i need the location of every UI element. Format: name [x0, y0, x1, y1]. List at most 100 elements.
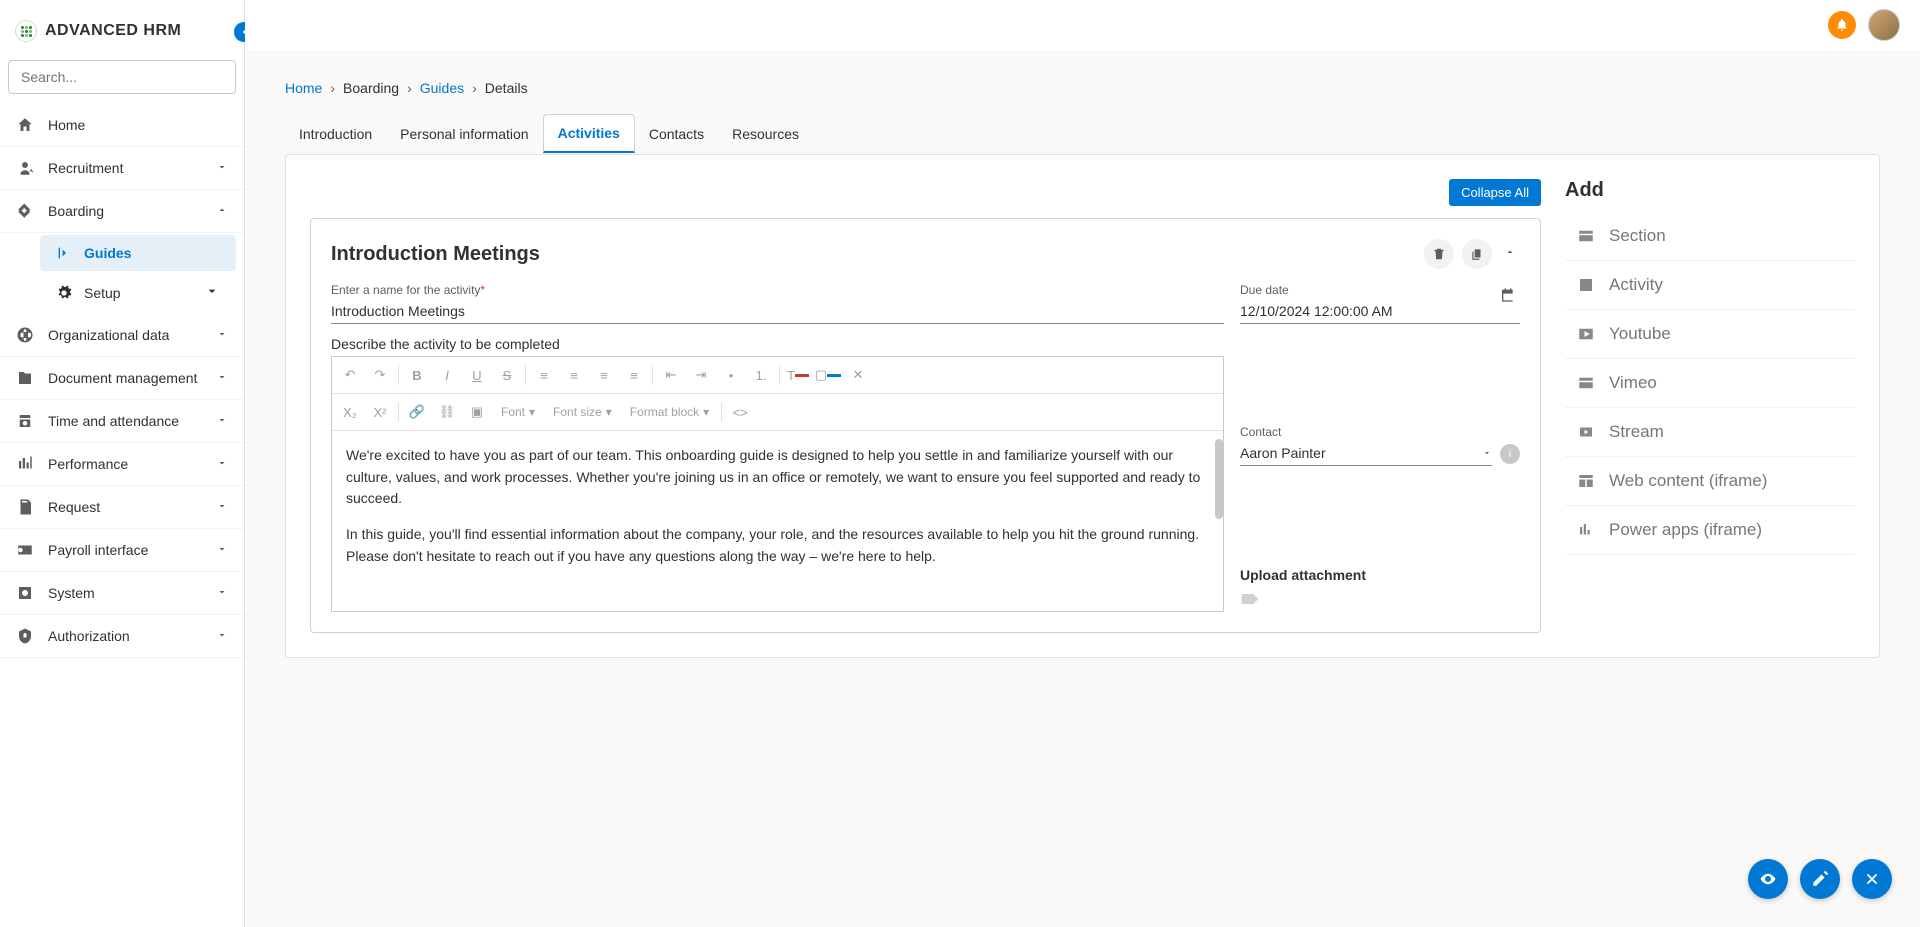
logo-row: ADVANCED HRM — [0, 0, 244, 54]
add-vimeo-button[interactable]: Vimeo — [1565, 359, 1855, 408]
nav: Home Recruitment Boarding Guides Setu — [0, 104, 244, 927]
redo-button[interactable]: ↷ — [366, 361, 394, 389]
add-section-button[interactable]: Section — [1565, 212, 1855, 261]
section-icon — [1577, 227, 1595, 245]
sidebar-item-home[interactable]: Home — [0, 104, 244, 147]
superscript-button[interactable]: X² — [366, 398, 394, 426]
editor-body[interactable]: We're excited to have you as part of our… — [332, 431, 1223, 611]
search-input[interactable] — [8, 60, 236, 94]
tab-introduction[interactable]: Introduction — [285, 114, 386, 153]
add-stream-button[interactable]: Stream — [1565, 408, 1855, 457]
logo-icon — [15, 20, 37, 42]
sidebar-item-system[interactable]: System — [0, 572, 244, 615]
info-icon[interactable]: i — [1500, 444, 1520, 464]
tag-icon — [1240, 591, 1260, 607]
align-justify-button[interactable]: ≡ — [620, 361, 648, 389]
add-youtube-button[interactable]: Youtube — [1565, 310, 1855, 359]
format-dropdown[interactable]: Format block ▾ — [622, 401, 717, 423]
indent-button[interactable]: ⇥ — [687, 361, 715, 389]
strike-button[interactable]: S — [493, 361, 521, 389]
nav-label: Home — [48, 117, 85, 133]
breadcrumb-boarding[interactable]: Boarding — [343, 80, 399, 96]
card-collapse-toggle[interactable] — [1500, 241, 1520, 267]
breadcrumb-sep-icon: › — [472, 80, 477, 96]
sidebar-item-doc-mgmt[interactable]: Document management — [0, 357, 244, 400]
unlink-button[interactable]: ⛓ — [433, 398, 461, 426]
delete-button[interactable] — [1424, 239, 1454, 269]
add-power-apps-button[interactable]: Power apps (iframe) — [1565, 506, 1855, 555]
clear-format-button[interactable]: ✕ — [844, 361, 872, 389]
fontsize-dropdown[interactable]: Font size ▾ — [545, 401, 620, 423]
underline-button[interactable]: U — [463, 361, 491, 389]
sidebar-item-boarding[interactable]: Boarding — [0, 190, 244, 233]
breadcrumb: Home › Boarding › Guides › Details — [285, 80, 1880, 96]
code-view-button[interactable]: <> — [726, 398, 754, 426]
nav-label: Organizational data — [48, 327, 169, 343]
nav-label: Authorization — [48, 628, 130, 644]
trash-icon — [1432, 247, 1446, 261]
close-icon — [1863, 870, 1881, 888]
avatar[interactable] — [1868, 9, 1900, 41]
edit-fab[interactable] — [1800, 859, 1840, 899]
align-right-button[interactable]: ≡ — [590, 361, 618, 389]
copy-button[interactable] — [1462, 239, 1492, 269]
breadcrumb-guides[interactable]: Guides — [420, 80, 464, 96]
tab-personal-info[interactable]: Personal information — [386, 114, 542, 153]
powerapps-icon — [1577, 521, 1595, 539]
italic-button[interactable]: I — [433, 361, 461, 389]
name-label: Enter a name for the activity* — [331, 283, 1224, 297]
sidebar-item-time[interactable]: Time and attendance — [0, 400, 244, 443]
sidebar-item-recruitment[interactable]: Recruitment — [0, 147, 244, 190]
collapse-all-button[interactable]: Collapse All — [1449, 179, 1541, 206]
contact-select[interactable]: Aaron Painter — [1240, 445, 1326, 461]
tab-resources[interactable]: Resources — [718, 114, 813, 153]
sidebar-item-setup[interactable]: Setup — [40, 273, 236, 312]
tab-activities[interactable]: Activities — [543, 114, 635, 153]
breadcrumb-home[interactable]: Home — [285, 80, 322, 96]
nav-label: Payroll interface — [48, 542, 148, 558]
sidebar: ADVANCED HRM Home Recruitment Boarding — [0, 0, 245, 927]
link-button[interactable]: 🔗 — [403, 398, 431, 426]
add-activity-button[interactable]: Activity — [1565, 261, 1855, 310]
sidebar-item-performance[interactable]: Performance — [0, 443, 244, 486]
preview-fab[interactable] — [1748, 859, 1788, 899]
chevron-down-icon — [1482, 448, 1492, 458]
youtube-icon — [1577, 325, 1595, 343]
due-date-input[interactable] — [1240, 299, 1520, 324]
activity-name-input[interactable] — [331, 299, 1224, 324]
sidebar-item-payroll[interactable]: Payroll interface — [0, 529, 244, 572]
sidebar-item-authorization[interactable]: Authorization — [0, 615, 244, 658]
nav-label: Recruitment — [48, 160, 123, 176]
sidebar-item-org-data[interactable]: Organizational data — [0, 314, 244, 357]
undo-button[interactable]: ↶ — [336, 361, 364, 389]
align-left-button[interactable]: ≡ — [530, 361, 558, 389]
notifications-button[interactable] — [1828, 11, 1856, 39]
number-list-button[interactable]: 1. — [747, 361, 775, 389]
nav-label: System — [48, 585, 95, 601]
calendar-icon[interactable] — [1500, 287, 1516, 303]
tab-contacts[interactable]: Contacts — [635, 114, 718, 153]
breadcrumb-sep-icon: › — [330, 80, 335, 96]
copy-icon — [1470, 247, 1484, 261]
nav-label: Setup — [84, 285, 121, 301]
add-web-content-button[interactable]: Web content (iframe) — [1565, 457, 1855, 506]
sidebar-item-request[interactable]: Request — [0, 486, 244, 529]
highlight-color-button[interactable]: ▢ — [814, 361, 842, 389]
editor-paragraph: We're excited to have you as part of our… — [346, 445, 1209, 510]
subscript-button[interactable]: X₂ — [336, 398, 364, 426]
text-color-button[interactable]: T — [784, 361, 812, 389]
outdent-button[interactable]: ⇤ — [657, 361, 685, 389]
rich-text-editor: ↶ ↷ B I U S ≡ ≡ — [331, 356, 1224, 612]
image-button[interactable]: ▣ — [463, 398, 491, 426]
bullet-list-button[interactable]: • — [717, 361, 745, 389]
nav-label: Boarding — [48, 203, 104, 219]
align-center-button[interactable]: ≡ — [560, 361, 588, 389]
bold-button[interactable]: B — [403, 361, 431, 389]
sidebar-item-guides[interactable]: Guides — [40, 235, 236, 271]
nav-label: Guides — [84, 245, 131, 261]
describe-label: Describe the activity to be completed — [331, 336, 1224, 352]
font-dropdown[interactable]: Font ▾ — [493, 401, 543, 423]
editor-scrollbar[interactable] — [1215, 439, 1223, 519]
close-fab[interactable] — [1852, 859, 1892, 899]
upload-attachment-button[interactable] — [1240, 591, 1520, 612]
